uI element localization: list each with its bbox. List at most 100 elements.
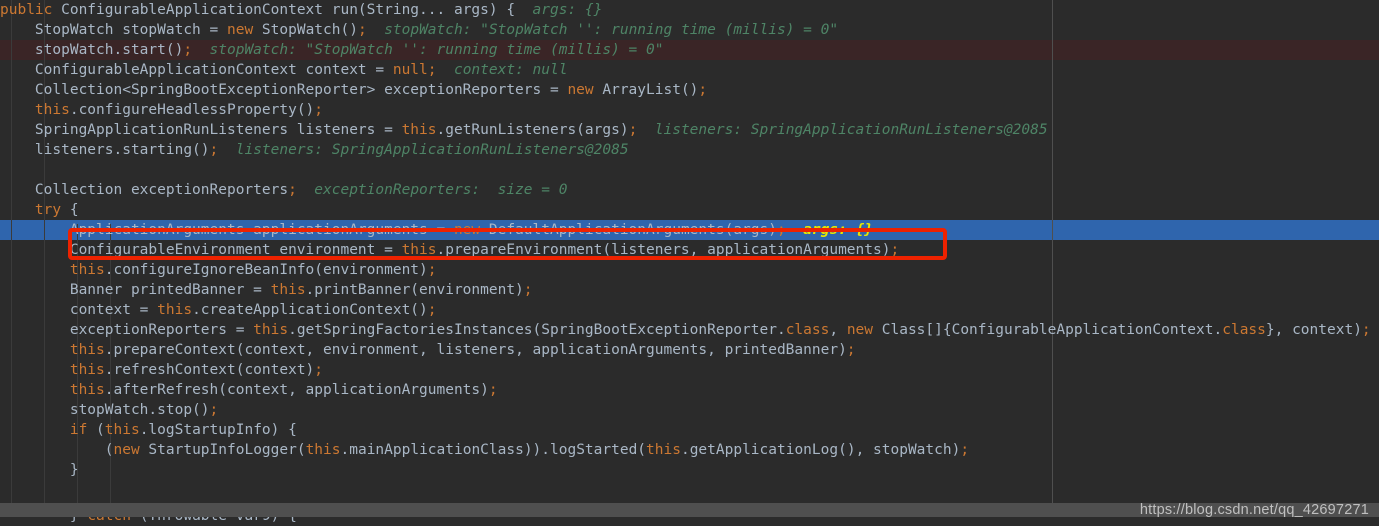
code-line-text: if (this.logStartupInfo) { [0, 420, 297, 440]
code-line-text: ConfigurableApplicationContext context =… [0, 60, 568, 80]
code-line-text: SpringApplicationRunListeners listeners … [0, 120, 1048, 140]
code-token: this [401, 242, 437, 258]
code-token: ; [628, 122, 638, 138]
right-margin-guide [1052, 0, 1053, 503]
code-token: ; [890, 242, 900, 258]
code-token: ; [357, 22, 367, 38]
code-line[interactable] [0, 160, 1379, 180]
code-token: ; [209, 402, 219, 418]
code-token: null [392, 62, 428, 78]
code-line[interactable]: Collection exceptionReporters; exception… [0, 180, 1379, 200]
code-line[interactable]: Banner printedBanner = this.printBanner(… [0, 280, 1379, 300]
code-token: ; [427, 62, 437, 78]
code-line-text: exceptionReporters = this.getSpringFacto… [0, 320, 1371, 340]
code-token: ArrayList() [593, 82, 699, 98]
code-line[interactable]: } [0, 460, 1379, 480]
code-token: StopWatch stopWatch = [0, 22, 227, 38]
code-line[interactable]: (new StartupInfoLogger(this.mainApplicat… [0, 440, 1379, 460]
code-token: this [104, 422, 140, 438]
code-token: this [270, 282, 306, 298]
code-token: ; [698, 82, 708, 98]
code-line[interactable]: StopWatch stopWatch = new StopWatch(); s… [0, 20, 1379, 40]
code-line-text: } [0, 460, 79, 480]
code-token: .afterRefresh(context, applicationArgume… [104, 382, 489, 398]
code-surface[interactable]: public ConfigurableApplicationContext ru… [0, 0, 1379, 503]
code-line[interactable]: stopWatch.start(); stopWatch: "StopWatch… [0, 40, 1379, 60]
code-token: listeners.starting() [0, 142, 210, 158]
code-token: ApplicationArguments applicationArgument… [0, 222, 454, 238]
code-token: this [0, 102, 70, 118]
code-line-text: this.refreshContext(context); [0, 360, 323, 380]
code-token: ; [288, 182, 297, 198]
code-line[interactable]: ApplicationArguments applicationArgument… [0, 220, 1379, 240]
code-line-text: StopWatch stopWatch = new StopWatch(); s… [0, 20, 838, 40]
code-token: .printBanner(environment) [305, 282, 524, 298]
code-line[interactable]: public ConfigurableApplicationContext ru… [0, 0, 1379, 20]
code-line[interactable]: context = this.createApplicationContext(… [0, 300, 1379, 320]
code-token: ; [960, 442, 970, 458]
code-token: new [846, 322, 874, 338]
code-token: .createApplicationContext() [192, 302, 428, 318]
code-token: new [567, 82, 594, 98]
code-editor[interactable]: public ConfigurableApplicationContext ru… [0, 0, 1379, 526]
code-token: this [305, 442, 341, 458]
code-line[interactable]: try { [0, 200, 1379, 220]
code-token: .logStartupInfo) { [139, 422, 297, 438]
code-token: new [453, 222, 481, 238]
code-token: StopWatch() [253, 22, 358, 38]
code-line-text: (new StartupInfoLogger(this.mainApplicat… [0, 440, 969, 460]
code-token: ; [209, 142, 219, 158]
inline-debug-hint: context: null [436, 62, 568, 78]
code-line[interactable]: this.configureIgnoreBeanInfo(environment… [0, 260, 1379, 280]
code-line[interactable]: ConfigurableApplicationContext context =… [0, 60, 1379, 80]
code-token: Banner printedBanner = [0, 282, 271, 298]
code-line[interactable]: exceptionReporters = this.getSpringFacto… [0, 320, 1379, 340]
inline-debug-hint: stopWatch: "StopWatch '': running time (… [192, 42, 664, 58]
code-line[interactable]: SpringApplicationRunListeners listeners … [0, 120, 1379, 140]
code-token: .getSpringFactoriesInstances(SpringBootE… [288, 322, 786, 338]
code-line-text: stopWatch.stop(); [0, 400, 218, 420]
inline-debug-hint: exceptionReporters: size = 0 [296, 182, 568, 198]
code-line[interactable]: Collection<SpringBootExceptionReporter> … [0, 80, 1379, 100]
code-line[interactable]: this.prepareContext(context, environment… [0, 340, 1379, 360]
code-line-text: context = this.createApplicationContext(… [0, 300, 437, 320]
code-line-text: try { [0, 200, 79, 220]
code-token: this [646, 442, 681, 458]
code-token: Collection<SpringBootExceptionReporter> … [0, 82, 568, 98]
code-line-text: Collection exceptionReporters; exception… [0, 180, 568, 200]
clipped-bottom-code-row: } catch (Throwable var9) { [0, 517, 1379, 526]
code-token: ConfigurableEnvironment environment = [0, 242, 402, 258]
code-line[interactable]: this.afterRefresh(context, applicationAr… [0, 380, 1379, 400]
code-line[interactable]: stopWatch.stop(); [0, 400, 1379, 420]
code-line-text: Banner printedBanner = this.printBanner(… [0, 280, 533, 300]
code-token: this [157, 302, 193, 318]
code-token: StartupInfoLogger( [139, 442, 306, 458]
code-token: this [0, 362, 105, 378]
code-line-text: stopWatch.start(); stopWatch: "StopWatch… [0, 40, 664, 60]
code-line-text: listeners.starting(); listeners: SpringA… [0, 140, 629, 160]
code-token: ; [427, 262, 437, 278]
code-token: } [0, 462, 79, 478]
code-token: .getRunListeners(args) [436, 122, 629, 138]
code-line-text: this.prepareContext(context, environment… [0, 340, 856, 360]
code-line-text: this.configureIgnoreBeanInfo(environment… [0, 260, 437, 280]
code-token: stopWatch.start() [0, 42, 184, 58]
code-line[interactable]: if (this.logStartupInfo) { [0, 420, 1379, 440]
code-token: ; [776, 222, 786, 238]
code-token: }, context) [1265, 322, 1362, 338]
code-line-text: this.afterRefresh(context, applicationAr… [0, 380, 498, 400]
code-token: } [0, 517, 79, 524]
code-token: .configureHeadlessProperty() [69, 102, 315, 118]
code-line-list: public ConfigurableApplicationContext ru… [0, 0, 1379, 500]
inline-debug-hint: listeners: SpringApplicationRunListeners… [218, 142, 629, 158]
code-line[interactable]: listeners.starting(); listeners: SpringA… [0, 140, 1379, 160]
code-line-text: public ConfigurableApplicationContext ru… [0, 0, 602, 20]
code-line-text: ApplicationArguments applicationArgument… [0, 220, 873, 240]
code-line[interactable]: this.refreshContext(context); [0, 360, 1379, 380]
code-line[interactable] [0, 480, 1379, 500]
code-line[interactable]: this.configureHeadlessProperty(); [0, 100, 1379, 120]
code-line-text: this.configureHeadlessProperty(); [0, 100, 323, 120]
code-token: .prepareContext(context, environment, li… [104, 342, 847, 358]
code-line[interactable]: ConfigurableEnvironment environment = th… [0, 240, 1379, 260]
